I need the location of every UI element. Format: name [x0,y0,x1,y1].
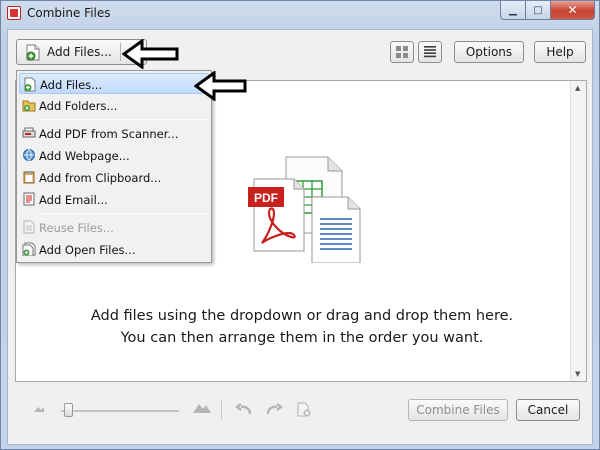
options-button[interactable]: Options [454,41,524,63]
list-view-button[interactable] [418,41,442,63]
add-folder-icon [22,98,36,115]
pdf-doc-icon: PDF [248,178,305,252]
menu-item-label: Add Folders... [39,99,118,113]
close-button[interactable]: ✕ [551,1,595,20]
title-bar[interactable]: Combine Files ▁ □ ✕ [1,1,599,25]
clipboard-icon [22,170,36,187]
split-divider [120,43,121,61]
add-files-icon [25,44,41,64]
menu-item-label: Add Email... [39,193,108,207]
add-files-dropdown-menu: Add Files... Add Folders... Add PDF from… [16,70,212,263]
scroll-down-icon[interactable]: ▼ [575,370,580,378]
dropzone-hint-line2: You can then arrange them in the order y… [120,330,484,346]
vertical-scrollbar[interactable]: ▲ ▼ [570,81,586,381]
zoom-in-icon[interactable] [192,400,212,417]
thumbnail-view-button[interactable] [390,41,414,63]
zoom-slider-thumb[interactable] [64,403,73,417]
maximize-button[interactable]: □ [526,1,551,20]
open-files-icon [22,242,36,259]
menu-item-add-email[interactable]: Add Email... [19,189,209,210]
remove-file-icon[interactable] [296,402,312,421]
scroll-up-icon[interactable]: ▲ [575,84,580,92]
menu-item-label: Add PDF from Scanner... [39,127,179,141]
add-files-button-label: Add Files... [47,45,112,59]
scanner-icon [22,126,36,143]
list-view-icon [424,46,436,58]
pdf-badge-text: PDF [254,191,278,205]
rotate-left-icon[interactable] [234,402,254,421]
window-title: Combine Files [27,6,111,20]
dialog-body: Add Files... ▼ Options Help [7,29,593,445]
zoom-out-icon[interactable] [33,402,45,417]
cancel-button[interactable]: Cancel [516,399,580,421]
menu-item-add-pdf-from-scanner[interactable]: Add PDF from Scanner... [19,123,209,144]
menu-separator [39,119,207,120]
menu-item-label: Add Files... [40,78,103,92]
menu-item-add-webpage[interactable]: Add Webpage... [19,145,209,166]
web-icon [22,148,36,165]
help-button[interactable]: Help [534,41,586,63]
menu-item-label: Add Open Files... [39,243,136,257]
menu-item-label: Add from Clipboard... [39,171,162,185]
footer-divider [221,400,222,420]
menu-item-add-folders[interactable]: Add Folders... [19,95,209,116]
window-controls: ▁ □ ✕ [500,1,595,20]
menu-item-add-from-clipboard[interactable]: Add from Clipboard... [19,167,209,188]
text-doc-icon [311,196,361,264]
email-icon [22,192,36,209]
file-types-illustration: PDF [240,153,370,266]
menu-item-add-files[interactable]: Add Files... [19,73,209,94]
menu-item-label: Reuse Files... [39,221,114,235]
menu-separator [39,213,207,214]
reuse-files-icon [22,220,36,237]
menu-item-label: Add Webpage... [39,149,130,163]
left-arrow-annotation [194,71,247,101]
minimize-button[interactable]: ▁ [500,1,526,20]
menu-item-reuse-files: Reuse Files... [19,217,209,238]
combine-files-button[interactable]: Combine Files [408,399,508,421]
acrobat-app-icon [7,6,21,20]
menu-item-add-open-files[interactable]: Add Open Files... [19,239,209,260]
zoom-slider-track[interactable] [61,410,179,412]
dropzone-hint-line1: Add files using the dropdown or drag and… [90,308,514,324]
combine-files-window: Combine Files ▁ □ ✕ Add Files... ▼ [0,0,600,450]
grid-view-icon [396,46,408,58]
left-arrow-annotation [122,39,179,69]
add-files-icon [23,77,37,95]
rotate-right-icon[interactable] [264,402,284,421]
